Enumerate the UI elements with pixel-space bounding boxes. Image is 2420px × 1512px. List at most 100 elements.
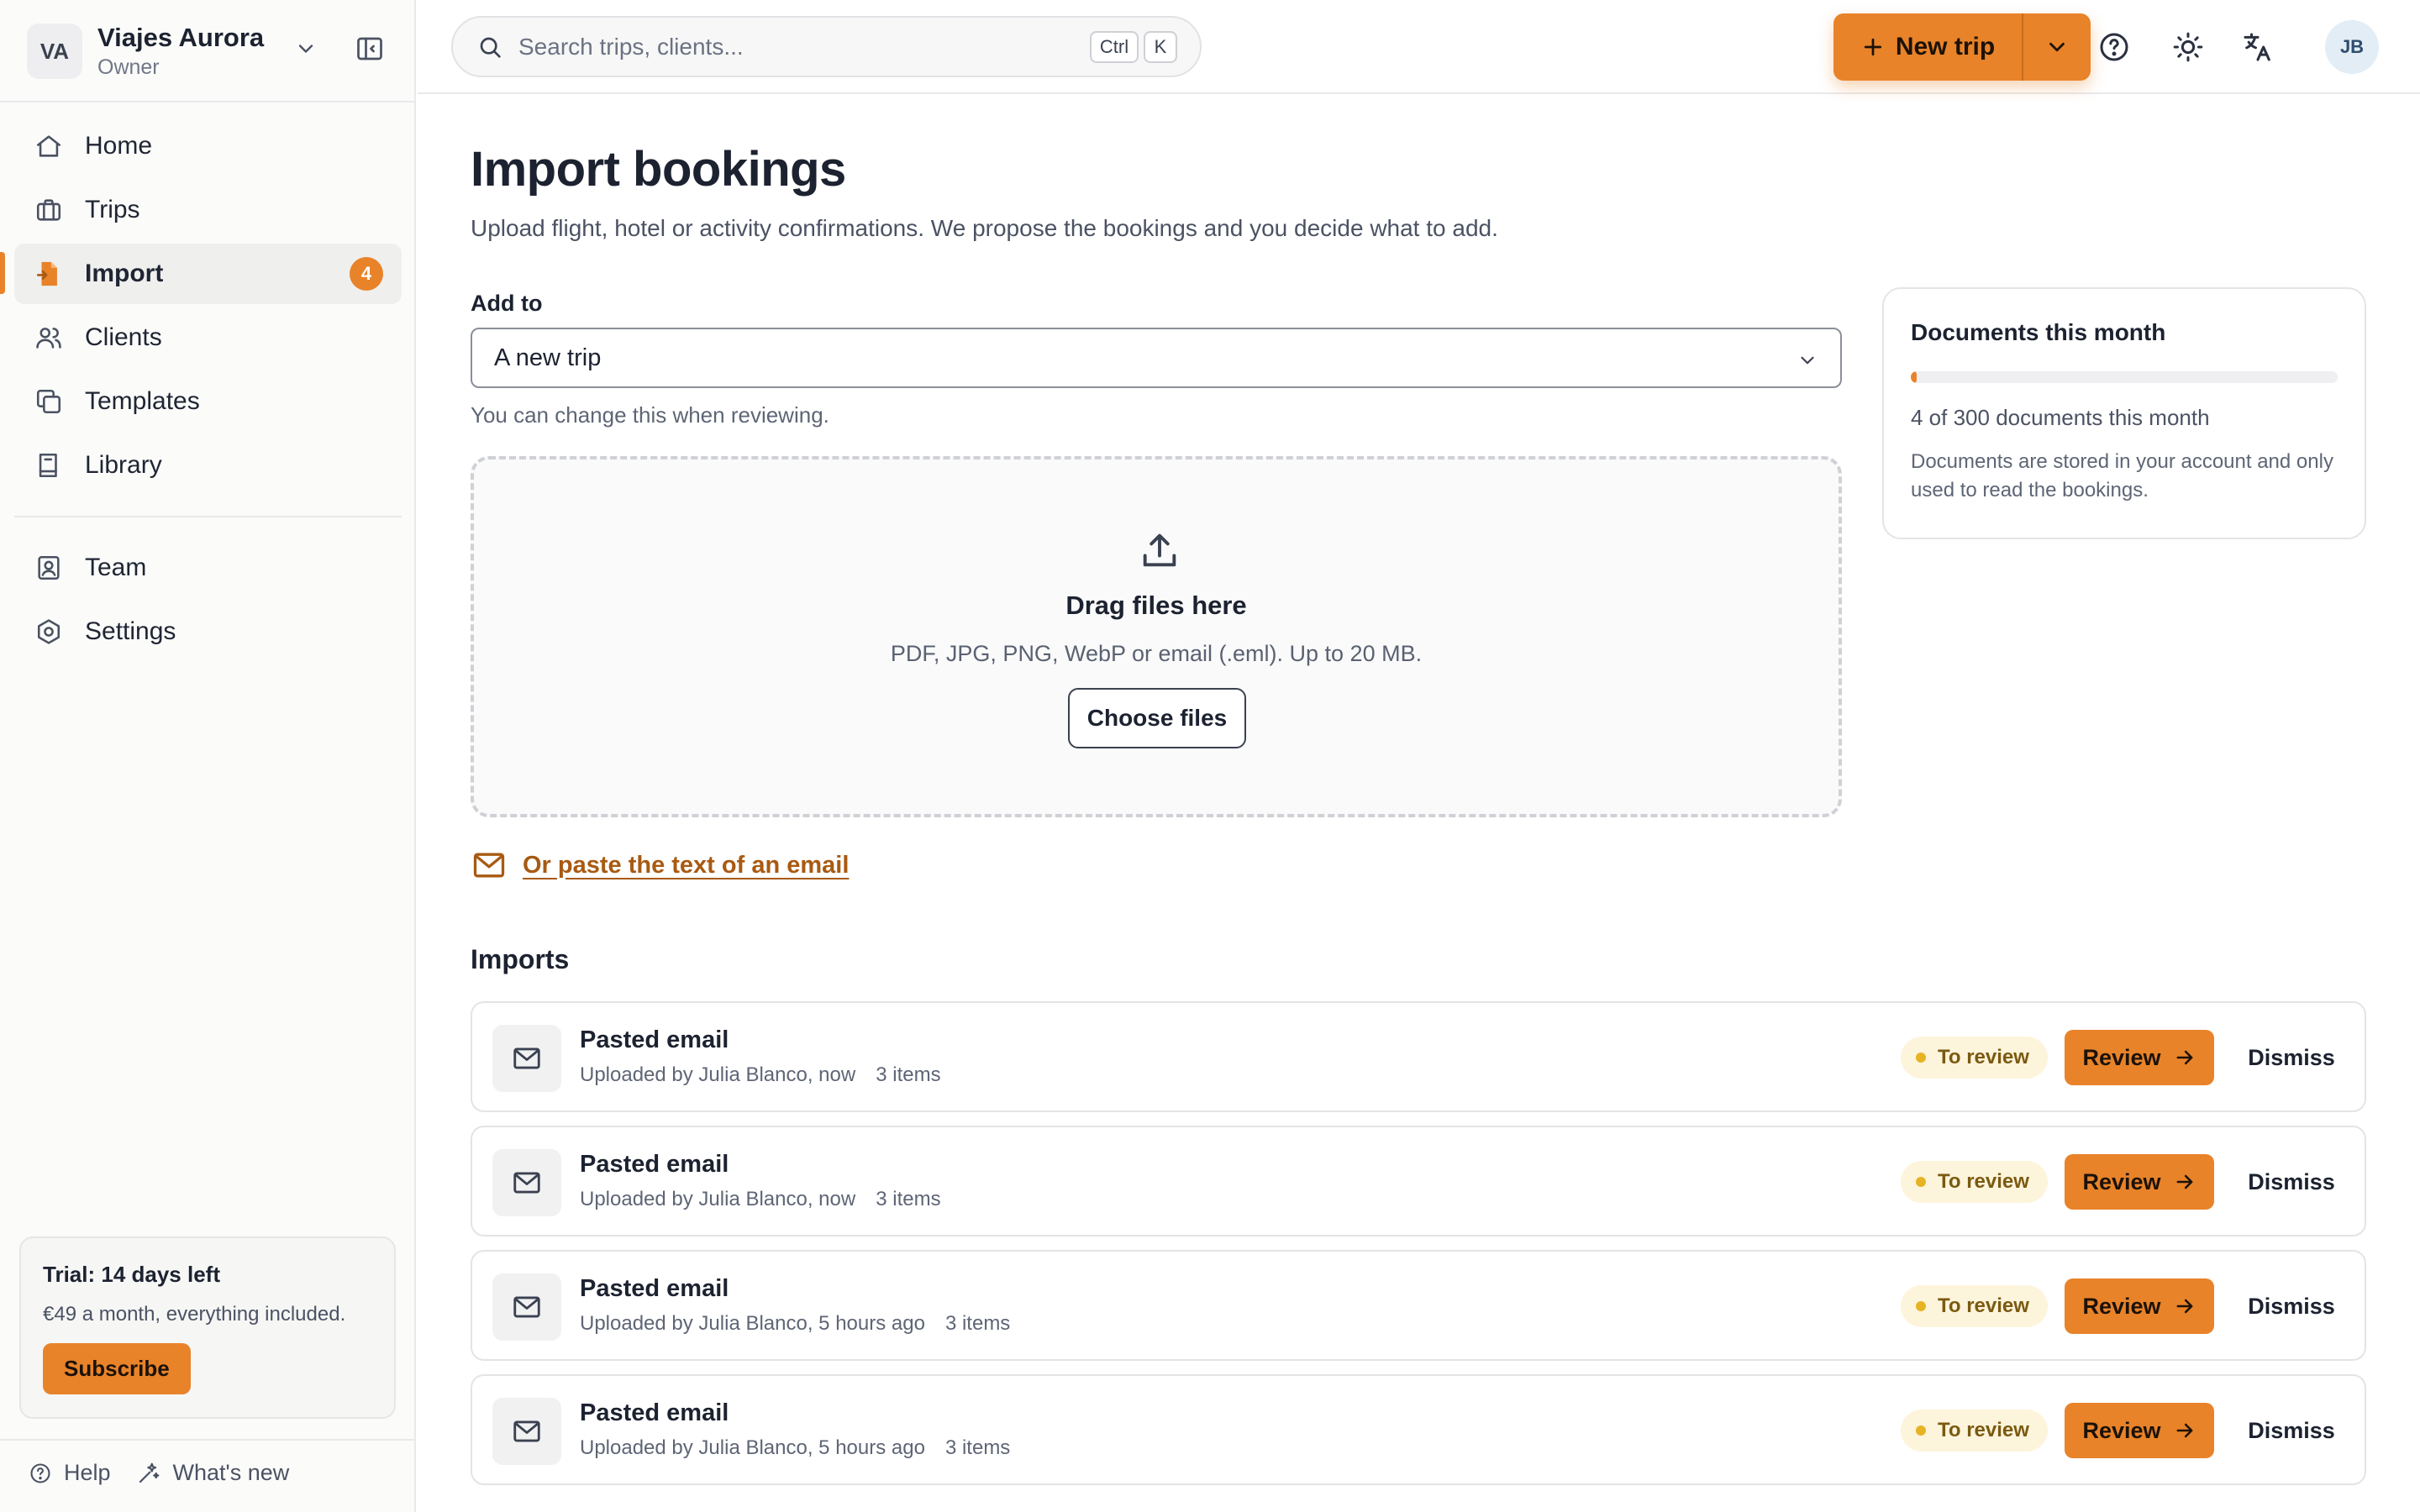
- choose-files-button[interactable]: Choose files: [1068, 688, 1246, 748]
- review-label: Review: [2082, 1168, 2161, 1194]
- review-label: Review: [2082, 1044, 2161, 1070]
- chevron-down-icon: [2044, 34, 2070, 60]
- import-row: Pasted email Uploaded by Julia Blanco, n…: [471, 1001, 2366, 1112]
- workspace-switcher[interactable]: VA Viajes Aurora Owner: [27, 18, 401, 84]
- shortcut-key-k: K: [1144, 31, 1177, 63]
- help-circle-icon: [29, 1462, 52, 1485]
- arrow-right-icon: [2161, 1294, 2196, 1318]
- arrow-right-icon: [2161, 1419, 2196, 1442]
- sun-icon[interactable]: [2169, 28, 2207, 66]
- review-button[interactable]: Review: [2065, 1154, 2214, 1210]
- mail-icon: [492, 1273, 561, 1341]
- paste-email-link[interactable]: Or paste the text of an email: [471, 847, 849, 884]
- gear-icon: [33, 616, 65, 648]
- translate-icon[interactable]: [2238, 28, 2277, 66]
- review-button[interactable]: Review: [2065, 1403, 2214, 1458]
- import-item-count: 3 items: [876, 1188, 941, 1210]
- help-circle-icon[interactable]: [2095, 28, 2133, 66]
- sidebar-item-label: Home: [85, 132, 153, 160]
- documents-progress-bar: [1911, 371, 2338, 383]
- help-link[interactable]: Help: [29, 1460, 111, 1486]
- mail-icon: [492, 1025, 561, 1092]
- import-uploader: Uploaded by Julia Blanco, 5 hours ago: [580, 1312, 925, 1335]
- new-trip-label: New trip: [1895, 33, 1996, 60]
- sidebar-item-label: Library: [85, 451, 162, 479]
- chevron-down-icon[interactable]: [294, 37, 318, 60]
- sidebar-item-import[interactable]: Import 4: [14, 244, 402, 304]
- sidebar-item-home[interactable]: Home: [14, 116, 402, 176]
- import-uploader: Uploaded by Julia Blanco, 5 hours ago: [580, 1436, 925, 1459]
- sidebar-item-label: Trips: [85, 196, 140, 223]
- trial-title: Trial: 14 days left: [43, 1262, 220, 1287]
- documents-count: 4 of 300 documents this month: [1911, 405, 2210, 430]
- status-label: To review: [1938, 1419, 2029, 1441]
- review-label: Review: [2082, 1293, 2161, 1319]
- file-dropzone[interactable]: Drag files here PDF, JPG, PNG, WebP or e…: [471, 456, 1842, 817]
- imports-title: Imports: [471, 944, 570, 974]
- search-icon: [476, 34, 503, 60]
- documents-title: Documents this month: [1911, 319, 2166, 345]
- new-trip-split-button: New trip: [1833, 13, 2091, 81]
- import-item-count: 3 items: [876, 1063, 941, 1086]
- search-input[interactable]: Search trips, clients... Ctrl K: [451, 16, 1202, 77]
- import-uploader: Uploaded by Julia Blanco, now: [580, 1063, 856, 1086]
- review-button[interactable]: Review: [2065, 1278, 2214, 1334]
- review-button[interactable]: Review: [2065, 1030, 2214, 1085]
- arrow-right-icon: [2161, 1046, 2196, 1069]
- mail-icon: [492, 1398, 561, 1465]
- documents-usage-card: Documents this month 4 of 300 documents …: [1882, 287, 2366, 539]
- import-count-badge: 4: [350, 257, 383, 291]
- sidebar-item-settings[interactable]: Settings: [14, 601, 402, 662]
- import-item-count: 3 items: [944, 1436, 1011, 1459]
- sidebar: VA Viajes Aurora Owner Home Trips Import…: [0, 0, 416, 1512]
- documents-note: Documents are stored in your account and…: [1911, 450, 2333, 501]
- sidebar-divider: [0, 1439, 416, 1441]
- import-meta: Uploaded by Julia Blanco, now 3 items: [580, 1063, 941, 1087]
- book-icon: [33, 449, 65, 481]
- sidebar-item-templates[interactable]: Templates: [14, 371, 402, 432]
- sidebar-item-label: Import: [85, 260, 164, 287]
- sidebar-item-trips[interactable]: Trips: [14, 180, 402, 240]
- import-file-icon: [33, 258, 65, 290]
- status-label: To review: [1938, 1046, 2029, 1068]
- chevron-down-icon: [1797, 349, 1818, 371]
- top-bar: Search trips, clients... Ctrl K New trip…: [418, 0, 2420, 94]
- trial-card: Trial: 14 days left €49 a month, everyth…: [19, 1236, 396, 1419]
- whats-new-label: What's new: [172, 1460, 290, 1485]
- trial-text: €49 a month, everything included.: [43, 1303, 346, 1326]
- dismiss-button[interactable]: Dismiss: [2237, 1278, 2346, 1334]
- add-to-hint: You can change this when reviewing.: [471, 402, 829, 428]
- sidebar-item-team[interactable]: Team: [14, 538, 402, 598]
- search-placeholder: Search trips, clients...: [518, 33, 744, 60]
- paste-email-label: Or paste the text of an email: [523, 851, 850, 879]
- upload-icon: [1138, 528, 1181, 572]
- user-avatar[interactable]: JB: [2325, 20, 2379, 74]
- sidebar-item-clients[interactable]: Clients: [14, 307, 402, 368]
- import-meta: Uploaded by Julia Blanco, now 3 items: [580, 1188, 941, 1211]
- import-title: Pasted email: [580, 1399, 729, 1426]
- whats-new-link[interactable]: What's new: [136, 1460, 290, 1486]
- import-meta: Uploaded by Julia Blanco, 5 hours ago 3 i…: [580, 1436, 1010, 1460]
- sidebar-footer: Help What's new: [29, 1460, 314, 1486]
- import-title: Pasted email: [580, 1275, 729, 1302]
- copy-icon: [33, 386, 65, 417]
- subscribe-button[interactable]: Subscribe: [43, 1343, 191, 1394]
- add-to-select[interactable]: A new trip: [471, 328, 1842, 388]
- page-subtitle: Upload flight, hotel or activity confirm…: [471, 215, 1498, 241]
- sidebar-divider: [14, 516, 402, 517]
- dismiss-button[interactable]: Dismiss: [2237, 1403, 2346, 1458]
- sidebar-item-library[interactable]: Library: [14, 435, 402, 496]
- sidebar-item-label: Settings: [85, 617, 176, 645]
- add-to-label: Add to: [471, 291, 543, 316]
- sidebar-item-label: Clients: [85, 323, 162, 351]
- dismiss-button[interactable]: Dismiss: [2237, 1030, 2346, 1085]
- dismiss-button[interactable]: Dismiss: [2237, 1154, 2346, 1210]
- new-trip-button[interactable]: New trip: [1833, 13, 2023, 81]
- status-dot: [1916, 1301, 1926, 1311]
- new-trip-menu-button[interactable]: [2023, 13, 2091, 81]
- add-to-value: A new trip: [494, 344, 602, 371]
- page-title: Import bookings: [471, 142, 846, 197]
- plus-icon: [1860, 34, 1886, 60]
- status-dot: [1916, 1425, 1926, 1436]
- collapse-sidebar-icon[interactable]: [355, 34, 385, 64]
